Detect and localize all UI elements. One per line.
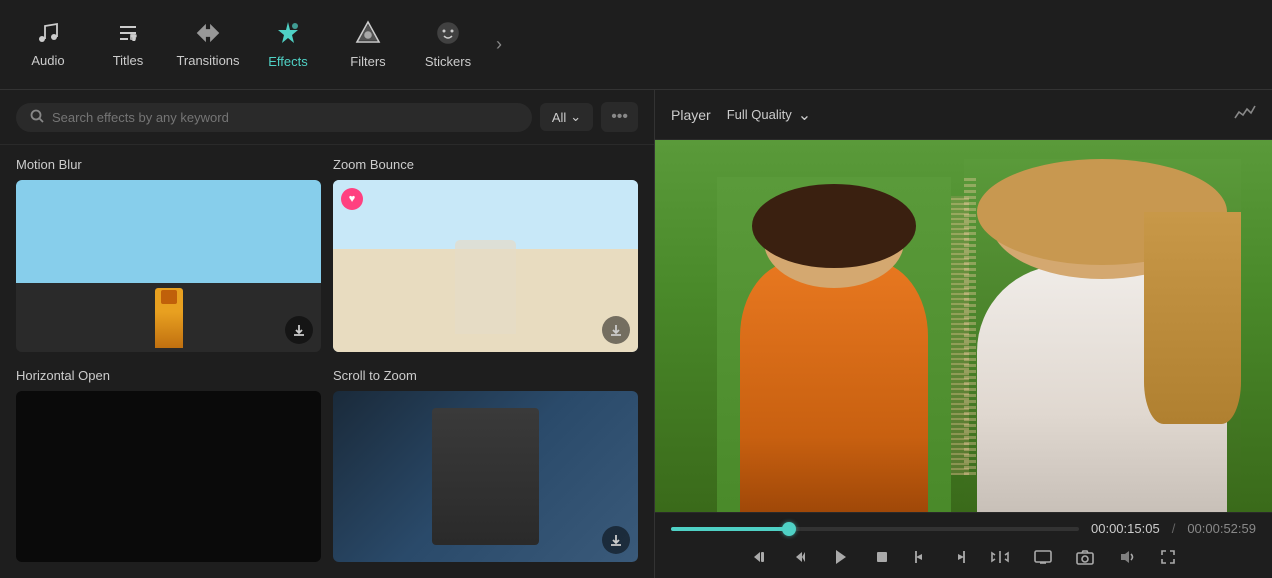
filter-label: All — [552, 110, 566, 125]
zoom-bounce-label: Zoom Bounce — [333, 157, 638, 172]
stickers-icon — [435, 20, 461, 50]
nav-more-chevron[interactable]: › — [488, 30, 510, 59]
effects-icon — [275, 20, 301, 50]
progress-fill — [671, 527, 789, 531]
more-options-button[interactable]: ••• — [601, 102, 638, 132]
nav-audio[interactable]: Audio — [8, 5, 88, 85]
effect-card-horizontal-open[interactable] — [16, 391, 321, 563]
effect-col-3: Horizontal Open — [16, 368, 321, 563]
controls-row — [671, 544, 1256, 570]
player-controls: 00:00:15:05 / 00:00:52:59 — [655, 512, 1272, 578]
titles-icon: T — [116, 21, 140, 49]
effect-cards-row1: Motion Blur — [16, 157, 638, 352]
filters-label: Filters — [350, 54, 385, 69]
effects-label: Effects — [268, 54, 308, 69]
effect-row-1: Motion Blur — [16, 157, 638, 352]
nav-filters[interactable]: Filters — [328, 5, 408, 85]
filter-dropdown[interactable]: All ⌄ — [540, 103, 593, 131]
download-icon-scroll-zoom[interactable] — [602, 526, 630, 554]
player-panel: Player Full Quality ⌄ — [655, 90, 1272, 578]
lighthouse-graphic — [155, 288, 183, 348]
split-button[interactable] — [986, 545, 1014, 569]
download-icon-motion-blur[interactable] — [285, 316, 313, 344]
quality-label: Full Quality — [727, 107, 792, 122]
nav-transitions[interactable]: Transitions — [168, 5, 248, 85]
video-frame — [655, 140, 1272, 512]
svg-text:T: T — [132, 36, 136, 42]
snapshot-button[interactable] — [1072, 545, 1098, 569]
search-bar: All ⌄ ••• — [0, 90, 654, 145]
progress-thumb[interactable] — [782, 522, 796, 536]
progress-row: 00:00:15:05 / 00:00:52:59 — [671, 521, 1256, 536]
effect-card-motion-blur[interactable] — [16, 180, 321, 352]
player-header: Player Full Quality ⌄ — [655, 90, 1272, 140]
stop-button[interactable] — [870, 545, 894, 569]
nav-titles[interactable]: T Titles — [88, 5, 168, 85]
quality-chevron-icon: ⌄ — [798, 105, 811, 125]
quality-select[interactable]: Full Quality ⌄ — [727, 105, 811, 125]
download-icon-zoom-bounce[interactable] — [602, 316, 630, 344]
effects-grid: Motion Blur — [0, 145, 654, 578]
audio-label: Audio — [31, 53, 64, 68]
main-area: All ⌄ ••• Motion Blur — [0, 90, 1272, 578]
motion-blur-label: Motion Blur — [16, 157, 321, 172]
effect-cards-row2: Horizontal Open Scroll to Zoom — [16, 368, 638, 563]
effect-card-scroll-to-zoom[interactable] — [333, 391, 638, 563]
nav-stickers[interactable]: Stickers — [408, 5, 488, 85]
progress-bar[interactable] — [671, 527, 1079, 531]
stickers-label: Stickers — [425, 54, 471, 69]
fullscreen-button[interactable] — [1156, 545, 1180, 569]
effect-row-2: Horizontal Open Scroll to Zoom — [16, 368, 638, 563]
effect-col-1: Motion Blur — [16, 157, 321, 352]
rewind-button[interactable] — [748, 545, 772, 569]
search-input[interactable] — [52, 110, 518, 125]
effect-col-2: Zoom Bounce ♥ — [333, 157, 638, 352]
search-input-wrap[interactable] — [16, 103, 532, 132]
time-total: 00:00:52:59 — [1187, 521, 1256, 536]
titles-label: Titles — [113, 53, 144, 68]
effects-panel: All ⌄ ••• Motion Blur — [0, 90, 655, 578]
time-divider: / — [1172, 521, 1176, 536]
horizontal-open-label: Horizontal Open — [16, 368, 321, 383]
search-icon — [30, 109, 44, 126]
badge-heart-zoom-bounce: ♥ — [341, 188, 363, 210]
more-dots-icon: ••• — [611, 108, 628, 126]
step-back-button[interactable] — [788, 545, 812, 569]
mark-out-button[interactable] — [948, 545, 970, 569]
play-button[interactable] — [828, 544, 854, 570]
transitions-icon — [195, 21, 221, 49]
volume-button[interactable] — [1114, 545, 1140, 569]
chevron-down-icon: ⌄ — [570, 109, 581, 125]
scroll-to-zoom-label: Scroll to Zoom — [333, 368, 638, 383]
monitor-button[interactable] — [1030, 545, 1056, 569]
player-title: Player — [671, 107, 711, 123]
effect-card-zoom-bounce[interactable]: ♥ — [333, 180, 638, 352]
nav-effects[interactable]: Effects — [248, 5, 328, 85]
filters-icon — [355, 20, 381, 50]
top-nav: Audio T Titles Transitions Effects — [0, 0, 1272, 90]
player-stats-button[interactable] — [1234, 104, 1256, 125]
mark-in-button[interactable] — [910, 545, 932, 569]
audio-icon — [36, 21, 60, 49]
video-player[interactable] — [655, 140, 1272, 512]
transitions-label: Transitions — [176, 53, 239, 68]
effect-col-4: Scroll to Zoom — [333, 368, 638, 563]
time-current: 00:00:15:05 — [1091, 521, 1160, 536]
